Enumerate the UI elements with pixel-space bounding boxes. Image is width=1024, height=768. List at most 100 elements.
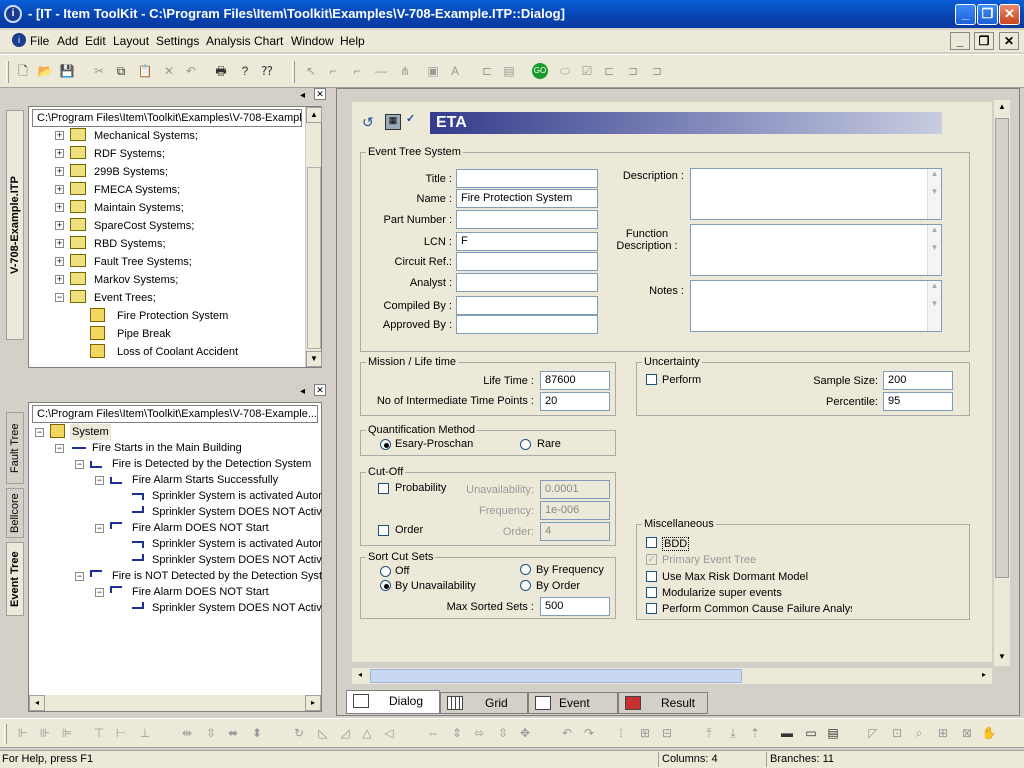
copy-icon[interactable]: ⧉ [112,63,130,79]
align-left-icon[interactable]: ⊩ [14,725,32,741]
ccf-checkbox[interactable] [646,603,657,614]
front-icon[interactable]: ⤒ [700,725,718,741]
grid-dots-icon[interactable]: ⁞ [612,725,630,741]
flip1-icon[interactable]: ◺ [314,725,332,741]
max-risk-checkbox[interactable] [646,571,657,582]
tree-node-n7[interactable]: Sprinkler System is activated Autom [152,536,322,552]
zoom-icon[interactable]: ⌕ [910,725,928,741]
page-icon[interactable]: ▤ [500,63,518,79]
tab-project-file[interactable]: V-708-Example.ITP [6,110,24,340]
dialog-vscrollbar[interactable]: ▲ ▼ [994,100,1010,666]
tab-bellcore[interactable]: Bellcore [6,488,24,538]
snap2-icon[interactable]: ⊟ [658,725,676,741]
tree-hscrollbar[interactable]: ◂ ▸ [29,695,321,711]
compiled-by-field[interactable] [456,296,598,315]
zoom-area-icon[interactable]: ⊞ [934,725,952,741]
dialog-scroll-down[interactable]: ▼ [994,650,1010,666]
doc-icon[interactable]: i [12,33,26,47]
ungroup-icon[interactable]: ▭ [802,725,820,741]
dialog-hscroll-thumb[interactable] [370,669,742,683]
tree-item-fault-tree[interactable]: Fault Tree Systems; [94,254,192,270]
size-w-icon[interactable]: ⬌ [224,725,242,741]
panel2-pin-icon[interactable]: ◂ [300,386,305,397]
order-field[interactable]: 4 [540,522,610,541]
tree-item-299b[interactable]: 299B Systems; [94,164,168,180]
notes-field[interactable]: ▲ ▼ [690,280,942,332]
tree-node-n9[interactable]: Fire is NOT Detected by the Detection Sy… [112,568,322,584]
mdi-minimize-button[interactable]: _ [950,32,970,50]
context-help-icon[interactable]: ⁇ [258,63,276,79]
help-icon[interactable]: ? [236,63,254,79]
tree-item-rbd[interactable]: RBD Systems; [94,236,166,252]
tree-item-loca[interactable]: Loss of Coolant Accident [117,344,238,360]
menu-window[interactable]: Window [291,34,334,48]
pointer-icon[interactable]: ↖ [302,63,320,79]
delete-icon[interactable]: ✕ [160,63,178,79]
scroll-right-button[interactable]: ▸ [305,695,321,711]
tree-item-fire-protection[interactable]: Fire Protection System [117,308,228,324]
tree-item-pipe-break[interactable]: Pipe Break [117,326,171,342]
align-center-icon[interactable]: ⊪ [36,725,54,741]
lock-icon[interactable]: ▤ [824,725,842,741]
probability-checkbox[interactable] [378,483,389,494]
tree-node-n1[interactable]: Fire Starts in the Main Building [92,440,242,456]
tool4-icon[interactable]: ⊐ [624,63,642,79]
restore-button[interactable]: ❐ [977,4,998,25]
minimize-button[interactable]: _ [955,4,976,25]
title-field[interactable] [456,169,598,188]
connector-icon[interactable]: ⌐ [324,63,342,79]
tree-node-n8[interactable]: Sprinkler System DOES NOT Activa [152,552,322,568]
life-time-field[interactable]: 87600 [540,371,610,390]
dist3-icon[interactable]: ⬄ [470,725,488,741]
tree-node-n10[interactable]: Fire Alarm DOES NOT Start [132,584,269,600]
tree-node-n11[interactable]: Sprinkler System DOES NOT Activa [152,600,322,616]
space-v-icon[interactable]: ⇳ [202,725,220,741]
new-icon[interactable]: 🗋 [14,63,32,79]
redo-icon[interactable]: ↷ [580,725,598,741]
panel-close-icon[interactable]: ✕ [314,88,326,100]
undo-icon[interactable]: ↶ [182,63,200,79]
tool3-icon[interactable]: ⊏ [600,63,618,79]
circuit-ref-field[interactable] [456,252,598,271]
go-icon[interactable]: GO [532,63,548,79]
order-checkbox[interactable] [378,525,389,536]
unavailability-field[interactable]: 0.0001 [540,480,610,499]
save-icon[interactable]: 💾 [58,63,76,79]
flip3-icon[interactable]: △ [358,725,376,741]
scroll-left-button[interactable]: ◂ [29,695,45,711]
connector2-icon[interactable]: ⌐ [348,63,366,79]
flip2-icon[interactable]: ◿ [336,725,354,741]
cut-icon[interactable]: ✂ [90,63,108,79]
undo2-icon[interactable]: ↶ [558,725,576,741]
branch-icon[interactable]: ⋔ [396,63,414,79]
close-button[interactable]: ✕ [999,4,1020,25]
perform-checkbox[interactable] [646,374,657,385]
tree-item-rdf[interactable]: RDF Systems; [94,146,165,162]
sort-off-radio[interactable] [380,566,391,577]
modularize-checkbox[interactable] [646,587,657,598]
pan-icon[interactable]: ✋ [980,725,998,741]
dist1-icon[interactable]: ⇔ [424,725,442,741]
space-h-icon[interactable]: ⇹ [178,725,196,741]
max-sorted-sets-field[interactable]: 500 [540,597,610,616]
sort-by-order-radio[interactable] [520,580,531,591]
align-right-icon[interactable]: ⊫ [58,725,76,741]
tab-result[interactable]: Result [618,692,708,714]
sort-by-unavailability-radio[interactable] [380,580,391,591]
size-h-icon[interactable]: ⬍ [248,725,266,741]
tree-item-markov[interactable]: Markov Systems; [94,272,178,288]
menu-edit[interactable]: Edit [85,34,106,48]
group-icon[interactable]: ▬ [778,725,796,741]
time-points-field[interactable]: 20 [540,392,610,411]
line-icon[interactable]: — [372,63,390,79]
tool2-icon[interactable]: ☑ [578,63,596,79]
tree-item-maintain[interactable]: Maintain Systems; [94,200,184,216]
menu-file[interactable]: File [30,34,49,48]
tab-event-tree-view[interactable]: Event Tree [528,692,618,730]
flip4-icon[interactable]: ◁ [380,725,398,741]
menu-analysis[interactable]: Analysis [206,34,251,48]
calculator-icon[interactable]: ▦ [385,114,401,130]
scroll-up-button[interactable]: ▲ [306,107,322,123]
primary-event-tree-checkbox[interactable]: ✓ [646,554,657,565]
tree-node-system[interactable]: System [70,424,111,440]
